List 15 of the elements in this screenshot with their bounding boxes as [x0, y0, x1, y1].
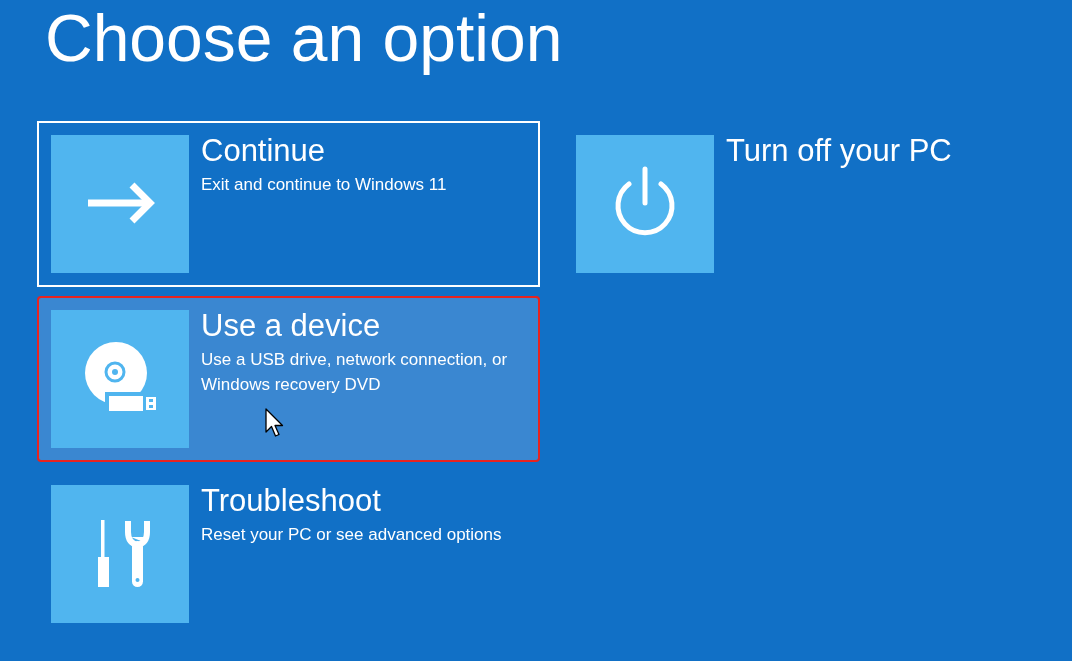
option-card[interactable]: Continue Exit and continue to Windows 11: [37, 121, 540, 287]
option-card[interactable]: Use a device Use a USB drive, network connection, or Windows recovery DVD: [37, 296, 540, 462]
option-card[interactable]: Turn off your PC: [562, 121, 1065, 287]
disc-and-usb-icon: [51, 310, 189, 448]
option-description: Exit and continue to Windows 11: [201, 174, 447, 196]
option-description: Use a USB drive, network connection, or Windows recovery DVD: [201, 349, 509, 396]
option-description: Reset your PC or see advanced options: [201, 524, 502, 546]
mouse-pointer-icon: [265, 408, 285, 438]
option-title: Turn off your PC: [726, 134, 952, 168]
option-title: Troubleshoot: [201, 484, 381, 518]
option-title: Continue: [201, 134, 326, 168]
option-card[interactable]: Troubleshoot Reset your PC or see advanced options: [37, 471, 540, 637]
screwdriver-and-wrench-icon: [51, 485, 189, 623]
power-icon: [576, 135, 714, 273]
option-title: Use a device: [201, 309, 381, 343]
